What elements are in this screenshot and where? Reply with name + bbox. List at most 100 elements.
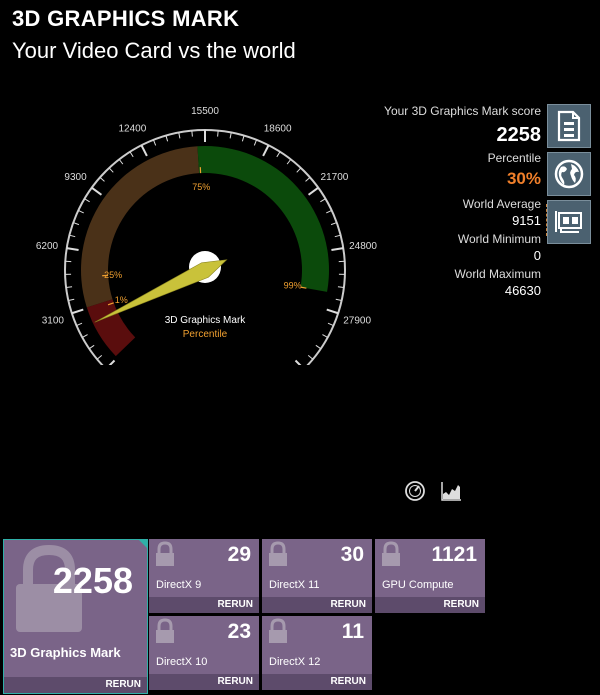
gauge-minor-tick [326,209,332,214]
test-score: 23 [227,620,251,643]
test-score: 11 [341,620,364,643]
gauge-minor-tick [217,130,219,137]
gauge-tick-label: 15500 [191,106,219,117]
gauge-center-label: 3D Graphics Mark [165,315,247,326]
lock-icon [269,541,287,566]
video-card-icon [555,211,582,233]
rerun-button[interactable]: RERUN [262,597,372,613]
test-name: DirectX 12 [269,656,321,668]
gauge-major-tick [71,308,84,315]
percentile-marker-label: 1% [115,295,128,305]
tile-directx-11[interactable]: 30 DirectX 11 RERUN [262,539,372,613]
gauge-minor-tick [327,322,334,327]
gauge-minor-tick [129,151,134,158]
score-gauge: 0310062009300124001550018600217002480027… [36,106,377,365]
gauge-major-tick [262,144,270,157]
globe-icon [554,159,584,189]
video-card-button[interactable] [547,200,591,244]
test-name: DirectX 9 [156,579,202,591]
test-score: 29 [227,543,251,566]
rerun-button[interactable]: RERUN [375,597,485,613]
percentile-marker-label: 75% [192,182,210,192]
percentile-value: 30% [506,169,541,188]
gauge-minor-tick [96,355,103,360]
gauge-tick-label: 6200 [36,241,59,252]
rerun-button[interactable]: RERUN [262,674,372,690]
stats-panel: Your 3D Graphics Mark score 2258 Percent… [341,104,547,302]
gauge-minor-tick [118,159,124,165]
gauge-minor-tick [191,130,193,137]
test-score: 30 [340,543,364,566]
chart-icon[interactable] [440,480,462,502]
gauge-minor-tick [84,198,90,203]
gauge-tick-label: 9300 [64,172,87,183]
gauge-minor-tick [88,344,95,350]
gauge-needle [94,259,228,323]
rerun-button[interactable]: RERUN [149,597,259,613]
world-maximum-value: 46630 [504,283,541,298]
gauge-center-sublabel: Percentile [183,329,228,340]
gauge-major-tick [108,359,116,365]
globe-button[interactable] [547,152,591,196]
tile-directx-9[interactable]: 29 DirectX 9 RERUN [149,539,259,613]
world-average-value: 9151 [512,213,541,228]
lock-icon [269,618,287,643]
main-test-name: 3D Graphics Mark [10,645,121,660]
page-title: 3D GRAPHICS MARK [12,6,240,31]
gauge-minor-tick [322,334,328,338]
gauge-major-tick [294,359,302,365]
percentile-marker-label: 99% [284,281,302,291]
gauge-minor-tick [99,177,105,182]
gauge-minor-tick [76,322,83,327]
gauge-major-tick [326,308,339,315]
rerun-button[interactable]: RERUN [4,677,147,693]
lock-icon [156,541,174,566]
gauge-minor-tick [315,344,322,350]
gauge-minor-tick [296,167,302,173]
gauge-minor-tick [178,132,181,139]
gauge-minor-tick [73,222,80,226]
gauge-minor-tick [286,159,292,165]
gauge-minor-tick [253,139,258,146]
score-label: Your 3D Graphics Mark score [384,104,541,118]
gauge-tick-label: 27900 [343,315,371,326]
gauge-tick-label: 12400 [118,123,146,134]
page-subtitle: Your Video Card vs the world [12,38,296,63]
gauge-minor-tick [330,222,337,226]
world-minimum-value: 0 [533,248,541,263]
document-button[interactable] [547,104,591,148]
rerun-button[interactable]: RERUN [149,674,259,690]
gauge-minor-tick [241,135,245,142]
test-score: 1121 [431,543,477,566]
percentile-label: Percentile [487,151,541,165]
gauge-major-tick [140,144,148,157]
gauge-minor-tick [68,298,75,302]
main-score: 2258 [52,560,133,601]
tile-gpu-compute[interactable]: 1121 GPU Compute RERUN [375,539,485,613]
gauge-minor-tick [229,132,232,139]
gauge-minor-tick [276,151,281,158]
gauge-major-tick [66,247,79,251]
speedometer-icon[interactable] [404,480,426,502]
tile-directx-10[interactable]: 23 DirectX 10 RERUN [149,616,259,690]
test-name: DirectX 10 [156,656,208,668]
score-value: 2258 [496,124,542,146]
gauge-major-tick [91,186,103,196]
gauge-minor-tick [334,234,341,238]
world-maximum-label: World Maximum [454,267,541,281]
gauge-minor-tick [320,198,326,203]
gauge-minor-tick [152,139,157,146]
percentile-marker-label: 25% [104,270,122,280]
gauge-minor-tick [69,234,76,238]
gauge-minor-tick [165,135,169,142]
gauge-minor-tick [305,177,311,182]
tile-3d-graphics-mark[interactable]: 2258 3D Graphics Mark RERUN [3,539,148,694]
gauge-tick-label: 18600 [264,123,292,134]
world-minimum-label: World Minimum [457,232,541,246]
tile-directx-12[interactable]: 11 DirectX 12 RERUN [262,616,372,690]
gauge-minor-tick [78,209,84,214]
test-name: GPU Compute [382,579,454,591]
gauge-tick-label: 3100 [42,315,65,326]
gauge-major-tick [307,186,319,196]
document-icon [557,110,581,142]
